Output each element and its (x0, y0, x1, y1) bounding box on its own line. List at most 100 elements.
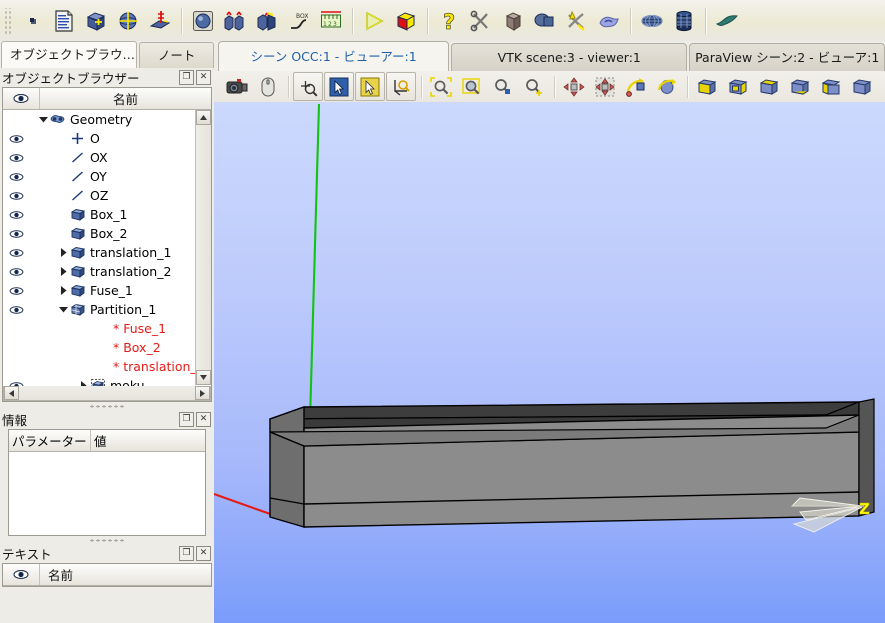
post-pro-icon[interactable] (711, 5, 743, 37)
measure-dimension-icon[interactable]: 123 (315, 5, 347, 37)
object-browser-row[interactable]: Fuse_1 (3, 281, 196, 300)
row-visibility-eye-icon[interactable] (3, 153, 29, 163)
text-panel-title-bar: テキスト ❐ ✕ (0, 544, 214, 563)
scroll-down-button[interactable] (196, 370, 211, 385)
object-browser-rows[interactable]: Geometry O OX OY OZ Box_1 Box_2 translation_1 tr… (3, 110, 196, 387)
fit-area-icon[interactable] (457, 72, 487, 101)
text-panel-undock-button[interactable]: ❐ (179, 546, 194, 561)
object-browser-row[interactable]: OZ (3, 186, 196, 205)
horizontal-scroll-track[interactable] (19, 386, 195, 400)
mesh-hexa-icon[interactable] (636, 5, 668, 37)
row-visibility-eye-icon[interactable] (3, 267, 29, 277)
info-panel-undock-button[interactable]: ❐ (179, 412, 194, 427)
row-visibility-eye-icon[interactable] (3, 172, 29, 182)
info-table-body[interactable] (9, 452, 205, 535)
object-browser-tree[interactable]: 名前 Geometry O OX OY OZ Box_1 Box_2 translation_… (2, 87, 212, 402)
explode-shape-icon[interactable] (593, 5, 625, 37)
row-visibility-eye-icon[interactable] (3, 229, 29, 239)
global-pan-icon[interactable] (590, 72, 620, 101)
row-visibility-eye-icon[interactable] (3, 191, 29, 201)
object-browser-row[interactable]: Geometry (3, 110, 196, 129)
row-visibility-eye-icon[interactable] (3, 305, 29, 315)
object-browser-vertical-scrollbar[interactable] (195, 110, 211, 385)
object-browser-row[interactable]: O (3, 129, 196, 148)
zoom-icon[interactable] (488, 72, 518, 101)
object-browser-close-button[interactable]: ✕ (196, 70, 211, 85)
dock-tab-notes[interactable]: ノート (139, 42, 214, 68)
dock-tab-object-browser[interactable]: オブジェクトブラウ… (1, 41, 138, 68)
tab-paraview-viewer[interactable]: ParaView シーン:2 - ビューア:1 (689, 43, 885, 71)
back-view-icon[interactable] (723, 72, 753, 101)
scroll-right-button[interactable] (195, 386, 210, 400)
boolean-cut-icon[interactable] (465, 5, 497, 37)
dot-marker-icon[interactable] (16, 5, 48, 37)
dump-view-camera-icon[interactable] (222, 72, 252, 101)
info-panel-close-button[interactable]: ✕ (196, 412, 211, 427)
panel-splitter-lower[interactable] (0, 536, 214, 544)
object-browser-row[interactable]: Partition_1 (3, 300, 196, 319)
object-browser-row[interactable]: translation_1 (3, 243, 196, 262)
scroll-left-button[interactable] (4, 386, 19, 400)
object-browser-row[interactable]: Box_2 (3, 224, 196, 243)
row-visibility-eye-icon[interactable] (3, 134, 29, 144)
object-browser-row[interactable]: Box_1 (3, 205, 196, 224)
new-document-icon[interactable] (48, 5, 80, 37)
build-curve-icon[interactable]: BOX (283, 5, 315, 37)
object-browser-row[interactable]: OY (3, 167, 196, 186)
tab-vtk-viewer[interactable]: VTK scene:3 - viewer:1 (451, 43, 688, 71)
object-browser-row[interactable]: * Box_2 (3, 338, 196, 357)
solid-selection-icon[interactable] (386, 72, 416, 101)
row-visibility-eye-icon[interactable] (3, 286, 29, 296)
text-panel-close-button[interactable]: ✕ (196, 546, 211, 561)
row-expander-icon[interactable] (57, 306, 69, 313)
scroll-up-button[interactable] (196, 110, 211, 125)
occ-3d-viewport[interactable]: Z (214, 102, 885, 623)
object-browser-row[interactable]: translation_2 (3, 262, 196, 281)
row-visibility-eye-icon[interactable] (3, 210, 29, 220)
row-expander-icon[interactable] (37, 116, 49, 123)
row-label: OX (90, 150, 108, 165)
mouse-style-icon[interactable] (253, 72, 283, 101)
partition-solid-model[interactable] (269, 398, 875, 528)
mesh-cylinder-icon[interactable] (668, 5, 700, 37)
panel-splitter-upper[interactable] (0, 402, 214, 410)
left-view-icon[interactable] (816, 72, 846, 101)
repair-tools-icon[interactable] (561, 5, 593, 37)
face-selection-icon[interactable] (355, 72, 385, 101)
row-expander-icon[interactable] (57, 286, 69, 295)
create-box-icon[interactable] (80, 5, 112, 37)
row-visibility-eye-icon[interactable] (3, 248, 29, 258)
build-shell-icon[interactable] (251, 5, 283, 37)
row-expander-icon[interactable] (57, 267, 69, 276)
bottom-view-icon[interactable] (785, 72, 815, 101)
row-expander-icon[interactable] (57, 248, 69, 257)
object-browser-horizontal-scrollbar[interactable] (3, 386, 211, 401)
rotate-point-icon[interactable] (652, 72, 682, 101)
top-view-icon[interactable] (754, 72, 784, 101)
build-compound-icon[interactable] (219, 5, 251, 37)
text-panel-tree[interactable]: 名前 (2, 563, 212, 587)
help-question-icon[interactable]: ? (433, 5, 465, 37)
play-triangle-icon[interactable] (358, 5, 390, 37)
zoom-in-out-icon[interactable] (519, 72, 549, 101)
partition-cube-icon[interactable] (390, 5, 422, 37)
point-selection-icon[interactable] (293, 72, 323, 101)
front-view-icon[interactable] (692, 72, 722, 101)
fuse-solid-icon[interactable] (529, 5, 561, 37)
fit-all-icon[interactable] (426, 72, 456, 101)
create-plane-icon[interactable] (144, 5, 176, 37)
edge-selection-icon[interactable] (324, 72, 354, 101)
shading-sphere-icon[interactable] (187, 5, 219, 37)
create-sphere-primitive-icon[interactable] (112, 5, 144, 37)
object-browser-undock-button[interactable]: ❐ (179, 70, 194, 85)
right-view-icon[interactable] (847, 72, 877, 101)
info-parameter-table[interactable]: パラメーター 値 (8, 429, 206, 536)
object-browser-row[interactable]: * Fuse_1 (3, 319, 196, 338)
transform-rotate-icon[interactable] (497, 5, 529, 37)
pan-icon[interactable] (559, 72, 589, 101)
tab-occ-viewer[interactable]: シーン OCC:1 - ビューアー:1 (218, 41, 450, 71)
object-browser-row[interactable]: OX (3, 148, 196, 167)
toolbar-grip[interactable] (4, 7, 13, 34)
rotate-icon[interactable] (621, 72, 651, 101)
object-browser-row[interactable]: * translation_2 (3, 357, 196, 376)
